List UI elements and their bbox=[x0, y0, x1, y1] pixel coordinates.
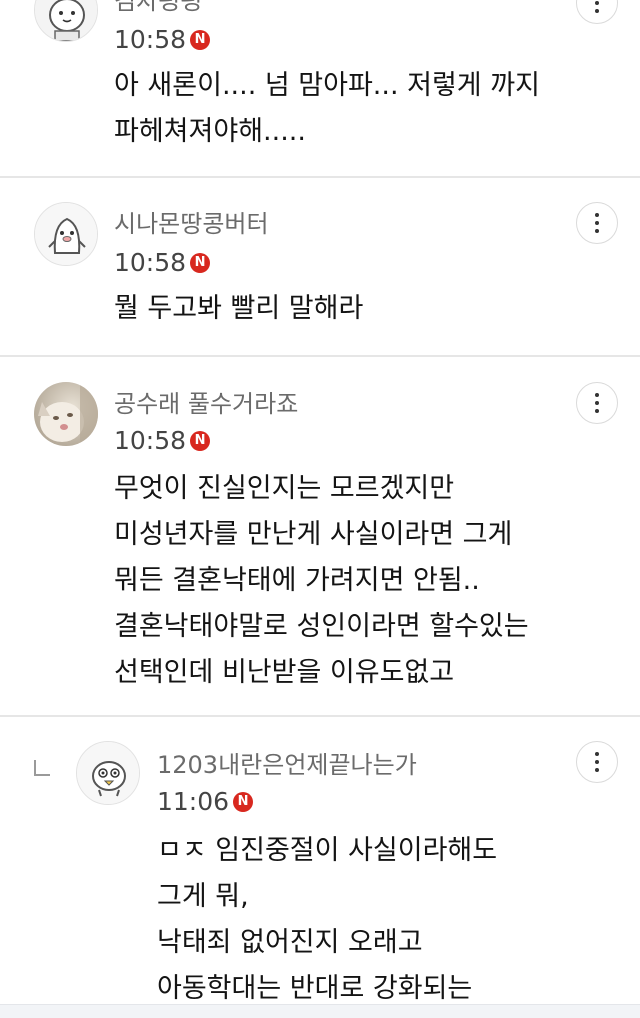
comment-text: ㅁㅈ 임진중절이 사실이라해도 그게 뭐, 낙태죄 없어진지 오래고 아동학대는… bbox=[157, 828, 497, 1012]
avatar[interactable] bbox=[34, 0, 98, 42]
comment-line: 그게 뭐, bbox=[157, 881, 249, 912]
comment-line: 낙태죄 없어진지 오래고 bbox=[157, 927, 423, 958]
nickname[interactable]: 공수래 풀수거라죠 bbox=[114, 389, 298, 419]
more-options-button[interactable] bbox=[576, 382, 618, 424]
more-options-button[interactable] bbox=[576, 0, 618, 24]
comment-list: 김차평평 10:58 N 아 새론이.... 넘 맘아파... 저렇게 까지 파… bbox=[0, 0, 640, 1018]
nickname[interactable]: 시나몬땅콩버터 bbox=[114, 209, 269, 239]
nickname[interactable]: 김차평평 bbox=[114, 0, 202, 16]
more-options-button[interactable] bbox=[576, 202, 618, 244]
bottom-bar bbox=[0, 1004, 640, 1018]
comment-line: 선택인데 비난받을 이유도없고 bbox=[114, 657, 455, 688]
divider bbox=[0, 355, 640, 357]
nickname[interactable]: 1203내란은언제끝나는가 bbox=[157, 750, 417, 780]
avatar-penguin-icon bbox=[35, 203, 97, 265]
timestamp: 10:58 bbox=[114, 426, 187, 455]
timestamp-row: 10:58 N bbox=[114, 24, 211, 56]
timestamp: 10:58 bbox=[114, 25, 187, 54]
comment-text: 뭘 두고봐 빨리 말해라 bbox=[114, 286, 363, 332]
timestamp-row: 10:58 N bbox=[114, 425, 211, 457]
timestamp: 11:06 bbox=[157, 787, 230, 816]
timestamp-row: 10:58 N bbox=[114, 247, 211, 279]
more-options-button[interactable] bbox=[576, 741, 618, 783]
new-badge-icon: N bbox=[190, 253, 211, 273]
more-vertical-icon bbox=[595, 752, 599, 756]
comment-text: 무엇이 진실인지는 모르겠지만 미성년자를 만난게 사실이라면 그게 뭐든 결혼… bbox=[114, 466, 529, 696]
comment-line: 무엇이 진실인지는 모르겠지만 bbox=[114, 473, 455, 504]
reply-arrow-icon bbox=[34, 760, 50, 776]
new-badge-icon: N bbox=[233, 792, 254, 812]
avatar-cat-photo-icon bbox=[34, 382, 98, 446]
comment-line: 아 새론이.... 넘 맘아파... 저렇게 까지 bbox=[114, 70, 540, 101]
comment-text: 아 새론이.... 넘 맘아파... 저렇게 까지 파헤쳐져야해..... bbox=[114, 63, 540, 155]
divider bbox=[0, 715, 640, 717]
comment-line: 뭐든 결혼낙태에 가려지면 안됨.. bbox=[114, 565, 480, 596]
new-badge-icon: N bbox=[190, 431, 211, 451]
comment-line: 뭘 두고봐 빨리 말해라 bbox=[114, 293, 364, 324]
avatar-bird-icon bbox=[77, 742, 139, 804]
comment-line: 결혼낙태야말로 성인이라면 할수있는 bbox=[114, 611, 529, 642]
avatar[interactable] bbox=[34, 202, 98, 266]
avatar[interactable] bbox=[34, 382, 98, 446]
avatar[interactable] bbox=[76, 741, 140, 805]
more-vertical-icon bbox=[595, 213, 599, 217]
comment-line: ㅁㅈ 임진중절이 사실이라해도 bbox=[157, 835, 498, 866]
new-badge-icon: N bbox=[190, 30, 211, 50]
comment-line: 파헤쳐져야해..... bbox=[114, 116, 306, 147]
timestamp: 10:58 bbox=[114, 248, 187, 277]
timestamp-row: 11:06 N bbox=[157, 786, 254, 818]
comment-line: 미성년자를 만난게 사실이라면 그게 bbox=[114, 519, 513, 550]
avatar-character-icon bbox=[35, 0, 97, 41]
more-vertical-icon bbox=[595, 393, 599, 397]
divider bbox=[0, 176, 640, 178]
